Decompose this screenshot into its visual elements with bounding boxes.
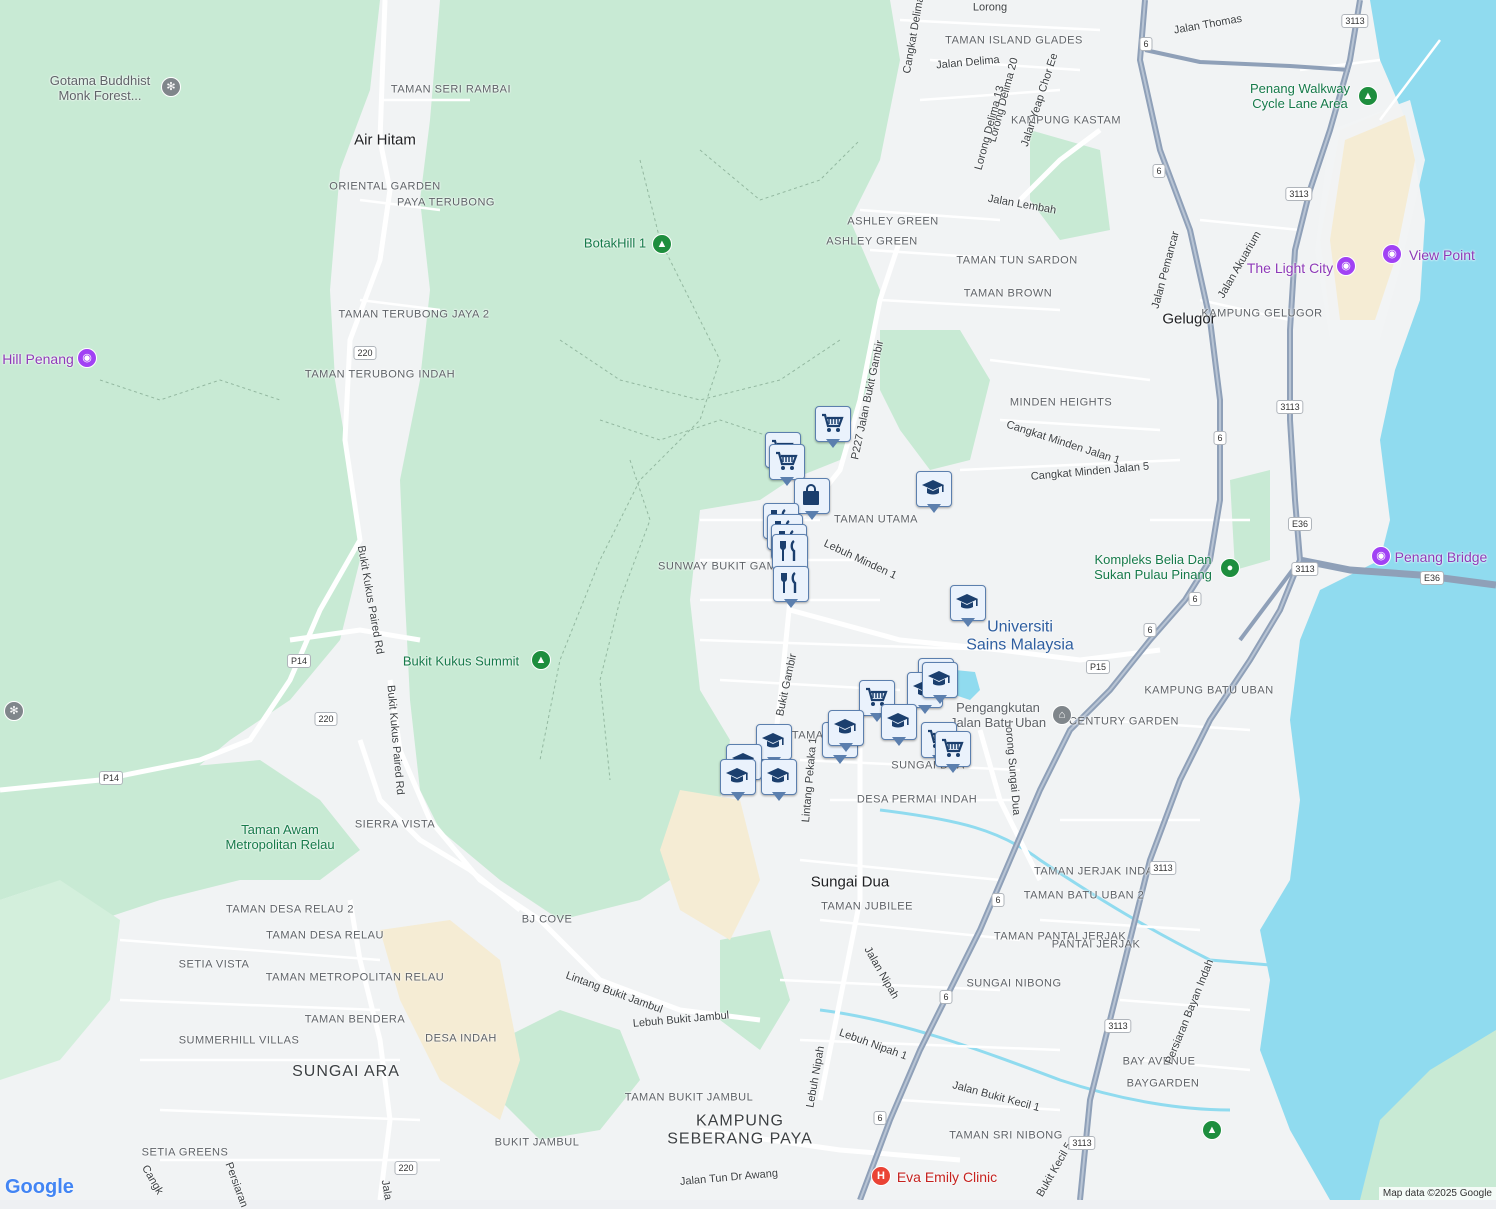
school-icon <box>767 768 789 783</box>
route-shield: P14 <box>286 654 312 668</box>
map-marker-restaurant[interactable] <box>773 566 809 612</box>
google-logo: Google <box>5 1176 74 1198</box>
route-shield: 220 <box>314 712 338 726</box>
school-icon <box>726 768 748 783</box>
camera-icon[interactable]: ◉ <box>1382 244 1402 264</box>
stadium-icon[interactable]: ● <box>1220 558 1240 578</box>
tree-icon[interactable]: ▲ <box>531 650 551 670</box>
school-icon <box>762 733 784 748</box>
route-shield: 6 <box>1139 37 1153 51</box>
route-shield: 6 <box>873 1111 887 1125</box>
map-marker-school[interactable] <box>761 759 797 805</box>
camera-icon[interactable]: ◉ <box>77 348 97 368</box>
map-marker-school[interactable] <box>720 759 756 805</box>
route-shield: E36 <box>1287 517 1313 531</box>
route-shield: 3113 <box>1068 1136 1096 1150</box>
map-canvas[interactable] <box>0 0 1496 1200</box>
hospital-icon[interactable]: H <box>871 1166 891 1186</box>
temple-icon[interactable]: ✻ <box>161 77 181 97</box>
school-icon <box>956 594 978 609</box>
map-marker-school[interactable] <box>916 471 952 517</box>
map-attribution[interactable]: Map data ©2025 Google <box>1378 1187 1496 1200</box>
map-marker-school[interactable] <box>828 710 864 756</box>
route-shield: 220 <box>353 346 377 360</box>
route-shield: E36 <box>1419 571 1445 585</box>
map-marker-cart[interactable] <box>935 731 971 777</box>
route-shield: P15 <box>1085 660 1111 674</box>
tree-icon[interactable]: ▲ <box>652 234 672 254</box>
cart-icon <box>776 451 798 470</box>
school-icon <box>834 719 856 734</box>
route-shield: 6 <box>991 893 1005 907</box>
cart-icon <box>942 738 964 757</box>
map-marker-school[interactable] <box>881 704 917 750</box>
route-shield: 6 <box>1188 592 1202 606</box>
route-shield: 3113 <box>1291 562 1319 576</box>
school-icon <box>887 713 909 728</box>
map-marker-cart[interactable] <box>815 406 851 452</box>
government-icon[interactable]: ⌂ <box>1052 705 1072 725</box>
map-marker-school[interactable] <box>922 662 958 708</box>
temple-icon[interactable]: ✻ <box>4 701 24 721</box>
route-shield: 3113 <box>1104 1019 1132 1033</box>
camera-icon[interactable]: ◉ <box>1336 256 1356 276</box>
route-shield: P14 <box>98 771 124 785</box>
route-shield: 6 <box>939 990 953 1004</box>
cart-icon <box>822 413 844 432</box>
camera-icon[interactable]: ◉ <box>1371 546 1391 566</box>
school-icon <box>922 480 944 495</box>
school-icon <box>928 671 950 686</box>
map-marker-school[interactable] <box>950 585 986 631</box>
route-shield: 6 <box>1152 164 1166 178</box>
tree-icon[interactable]: ▲ <box>1202 1120 1222 1140</box>
bag-icon <box>803 484 819 505</box>
route-shield: 220 <box>394 1161 418 1175</box>
tree-icon[interactable]: ▲ <box>1358 86 1378 106</box>
restaurant-icon <box>781 572 797 593</box>
route-shield: 3113 <box>1276 400 1304 414</box>
route-shield: 3113 <box>1149 861 1177 875</box>
route-shield: 3113 <box>1341 14 1369 28</box>
route-shield: 3113 <box>1285 187 1313 201</box>
restaurant-icon <box>780 540 796 561</box>
route-shield: 6 <box>1213 431 1227 445</box>
route-shield: 6 <box>1143 623 1157 637</box>
